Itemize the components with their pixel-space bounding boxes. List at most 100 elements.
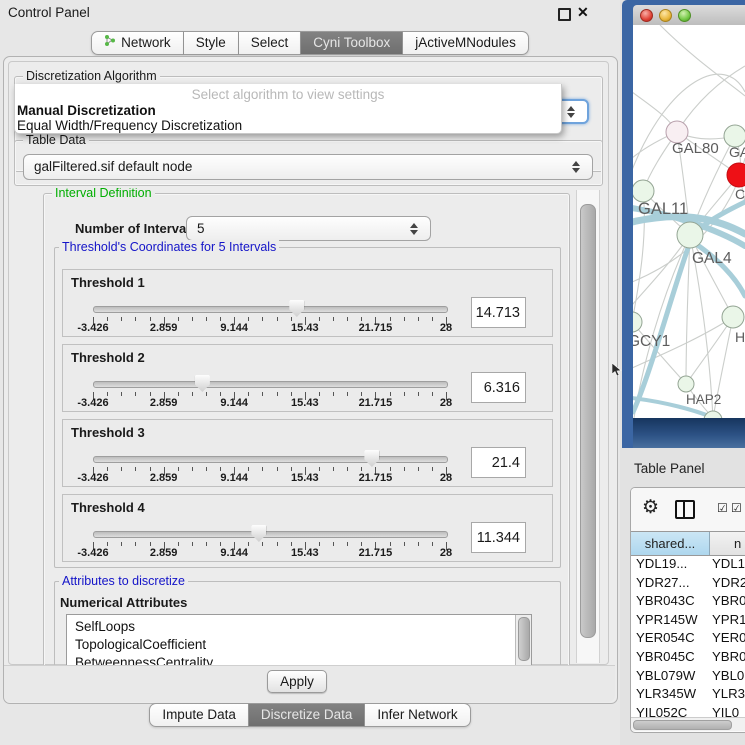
slider-tick (178, 392, 179, 396)
threshold-value-field[interactable]: 21.4 (471, 447, 526, 478)
slider-tick (432, 467, 433, 471)
close-icon[interactable]: ✕ (577, 4, 589, 21)
cell-name[interactable]: YDR2 (709, 575, 745, 594)
slider-tick (262, 392, 263, 396)
table-hscrollbar-thumb[interactable] (633, 720, 732, 730)
tab-cyni-toolbox[interactable]: Cyni Toolbox (301, 31, 403, 55)
table-row[interactable]: YLR345WYLR3 (631, 686, 745, 705)
network-node-gcy1[interactable] (633, 312, 642, 332)
gear-icon[interactable]: ⚙ (642, 496, 659, 519)
attribute-list-item[interactable]: SelfLoops (75, 618, 531, 636)
cell-shared-name[interactable]: YLR345W (631, 686, 709, 705)
threshold-value-field[interactable]: 11.344 (471, 522, 526, 553)
slider-tick (121, 392, 122, 396)
algorithm-option-equal-width[interactable]: Equal Width/Frequency Discretization (15, 118, 561, 133)
numerical-attributes-list[interactable]: SelfLoopsTopologicalCoefficientBetweenne… (66, 614, 532, 665)
threshold-value-field[interactable]: 6.316 (471, 372, 526, 403)
attribute-list-item[interactable]: TopologicalCoefficient (75, 636, 531, 654)
cell-shared-name[interactable]: YBL079W (631, 668, 709, 687)
slider-thumb[interactable] (289, 300, 304, 317)
cell-name[interactable]: YBR0 (709, 649, 745, 668)
attributes-scrollbar-thumb[interactable] (518, 617, 530, 661)
network-window-titlebar[interactable] (633, 5, 745, 26)
table-row[interactable]: YDR27...YDR2 (631, 575, 745, 594)
slider-scale-label: 28 (440, 322, 452, 334)
cell-shared-name[interactable]: YPR145W (631, 612, 709, 631)
slider-tick (390, 467, 391, 471)
cell-shared-name[interactable]: YER054C (631, 630, 709, 649)
float-panel-icon[interactable] (558, 8, 571, 21)
slider-thumb[interactable] (251, 525, 266, 542)
minimize-traffic-light-icon[interactable] (659, 9, 672, 22)
table-row[interactable]: YER054CYER0 (631, 630, 745, 649)
tab-network[interactable]: Network (91, 31, 184, 55)
cell-shared-name[interactable]: YBR045C (631, 649, 709, 668)
tab-impute-data[interactable]: Impute Data (149, 703, 249, 727)
tab-jactivemnodules[interactable]: jActiveMNodules (403, 31, 529, 55)
tab-select[interactable]: Select (239, 31, 302, 55)
network-node[interactable] (704, 411, 722, 418)
checkbox-icon[interactable]: ☑ (731, 501, 742, 515)
network-edge[interactable] (660, 25, 745, 96)
cell-name[interactable]: YBR0 (709, 593, 745, 612)
column-layout-icon[interactable] (675, 500, 695, 519)
table-hscrollbar[interactable] (631, 717, 745, 731)
network-canvas[interactable]: GAL80GACGAL11GAL4GCY1HHAP2 (633, 25, 745, 418)
slider-track[interactable] (93, 306, 448, 313)
cell-name[interactable]: YER0 (709, 630, 745, 649)
zoom-traffic-light-icon[interactable] (678, 9, 691, 22)
close-traffic-light-icon[interactable] (640, 9, 653, 22)
network-node-c[interactable] (727, 163, 745, 187)
network-node-gal11[interactable] (633, 180, 654, 202)
cell-shared-name[interactable]: YDL19... (631, 556, 709, 575)
network-node-gal4[interactable] (677, 222, 703, 248)
slider-tick (347, 542, 348, 546)
slider-thumb[interactable] (364, 450, 379, 467)
tab-discretize-data[interactable]: Discretize Data (249, 703, 366, 727)
slider-track[interactable] (93, 381, 448, 388)
algorithm-option-manual[interactable]: Manual Discretization (15, 103, 561, 118)
table-data-combobox[interactable]: galFiltered.sif default node (23, 154, 593, 180)
cell-name[interactable]: YLR3 (709, 686, 745, 705)
cell-name[interactable]: YIL0 (709, 705, 745, 717)
network-edge[interactable] (677, 66, 745, 132)
network-node-label: H (735, 329, 745, 345)
slider-track[interactable] (93, 456, 448, 463)
table-row[interactable]: YBR043CYBR0 (631, 593, 745, 612)
tab-infer-network[interactable]: Infer Network (365, 703, 470, 727)
table-row[interactable]: YPR145WYPR1 (631, 612, 745, 631)
column-header-shared-name[interactable]: shared... (631, 532, 710, 555)
cell-name[interactable]: YDL1 (709, 556, 745, 575)
network-node-hap2[interactable] (678, 376, 694, 392)
slider-tick (178, 317, 179, 321)
slider-scale-label: -3.426 (77, 322, 108, 334)
slider-scale: -3.4262.8599.14415.4321.71528 (93, 472, 446, 484)
cell-name[interactable]: YPR1 (709, 612, 745, 631)
slider-tick (404, 317, 405, 321)
tab-style[interactable]: Style (184, 31, 239, 55)
algorithm-prompt-item[interactable]: Select algorithm to view settings (15, 87, 561, 103)
slider-thumb[interactable] (195, 375, 210, 392)
cell-shared-name[interactable]: YIL052C (631, 705, 709, 717)
attribute-list-item[interactable]: BetweennessCentrality (75, 654, 531, 665)
network-node-h[interactable] (722, 306, 744, 328)
cell-shared-name[interactable]: YDR27... (631, 575, 709, 594)
table-row[interactable]: YDL19...YDL1 (631, 556, 745, 575)
attributes-scrollbar[interactable] (515, 615, 531, 665)
table-row[interactable]: YBR045CYBR0 (631, 649, 745, 668)
apply-button[interactable]: Apply (267, 670, 327, 693)
slider-tick (432, 542, 433, 546)
cell-name[interactable]: YBL0 (709, 668, 745, 687)
table-panel-title: Table Panel (634, 461, 705, 476)
slider-scale-label: -3.426 (77, 397, 108, 409)
table-row[interactable]: YBL079WYBL0 (631, 668, 745, 687)
number-of-intervals-combobox[interactable]: 5 (186, 216, 431, 241)
checkbox-icon[interactable]: ☑ (717, 501, 728, 515)
threshold-value-field[interactable]: 14.713 (471, 297, 526, 328)
main-scrollbar[interactable] (576, 190, 600, 663)
column-header-name[interactable]: n (710, 532, 745, 555)
cell-shared-name[interactable]: YBR043C (631, 593, 709, 612)
table-row[interactable]: YIL052CYIL0 (631, 705, 745, 717)
slider-track[interactable] (93, 531, 448, 538)
main-scrollbar-thumb[interactable] (580, 204, 596, 638)
